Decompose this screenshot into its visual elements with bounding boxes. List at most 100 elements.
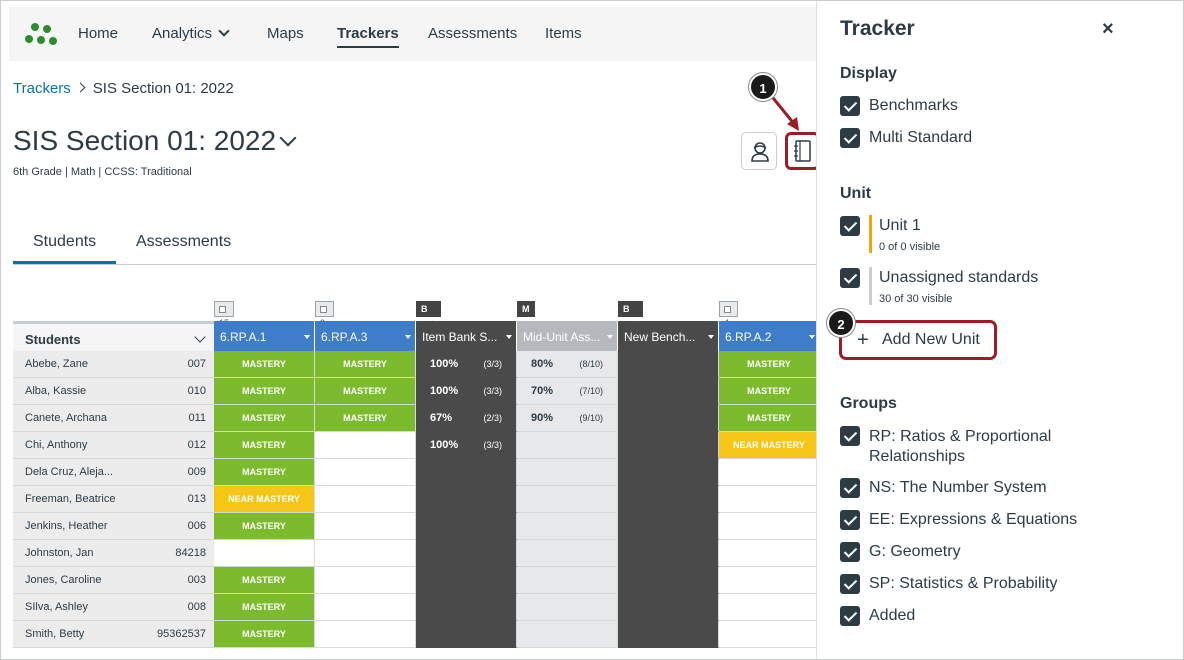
grid-cell[interactable]: 100% (3/3) [416, 351, 517, 378]
grid-cell[interactable] [618, 621, 719, 648]
grid-cell[interactable] [719, 486, 820, 513]
grid-cell[interactable] [719, 594, 820, 621]
grid-cell[interactable] [719, 621, 820, 648]
tab-students[interactable]: Students [13, 233, 117, 264]
grid-cell[interactable] [618, 486, 719, 513]
grid-cell[interactable]: NEAR MASTERY [214, 486, 315, 513]
grid-cell[interactable] [416, 567, 517, 594]
grid-cell[interactable]: MASTERY [315, 405, 416, 432]
grid-cell[interactable] [517, 540, 618, 567]
nav-trackers[interactable]: Trackers [337, 25, 399, 48]
grid-cell[interactable] [618, 540, 719, 567]
grid-cell[interactable] [618, 459, 719, 486]
grid-cell[interactable] [618, 405, 719, 432]
grid-cell[interactable]: 100% (3/3) [416, 378, 517, 405]
checkbox-unassigned-standards[interactable] [840, 268, 860, 288]
grid-cell[interactable] [315, 567, 416, 594]
grid-cell[interactable] [416, 621, 517, 648]
column-header[interactable]: 6.RP.A.3 [315, 321, 416, 351]
student-row[interactable]: Johnston, Jan 84218 [13, 540, 214, 567]
tab-assessments[interactable]: Assessments [136, 233, 231, 251]
grid-cell[interactable] [719, 459, 820, 486]
nav-items[interactable]: Items [545, 25, 582, 42]
grid-cell[interactable] [618, 513, 719, 540]
grid-cell[interactable] [315, 594, 416, 621]
grid-cell[interactable] [315, 621, 416, 648]
nav-analytics[interactable]: Analytics [152, 25, 230, 42]
grid-cell[interactable] [416, 513, 517, 540]
grid-cell[interactable]: MASTERY [719, 405, 820, 432]
grid-cell[interactable]: MASTERY [315, 351, 416, 378]
grid-cell[interactable] [618, 594, 719, 621]
grid-cell[interactable]: MASTERY [214, 513, 315, 540]
grid-cell[interactable] [315, 486, 416, 513]
column-header[interactable]: 6.RP.A.2 [719, 321, 820, 351]
student-row[interactable]: Canete, Archana 011 [13, 405, 214, 432]
student-row[interactable]: Jones, Caroline 003 [13, 567, 214, 594]
grid-cell[interactable]: 70% (7/10) [517, 378, 618, 405]
grid-cell[interactable]: MASTERY [719, 378, 820, 405]
grid-cell[interactable] [517, 459, 618, 486]
grid-cell[interactable]: NEAR MASTERY [719, 432, 820, 459]
grid-cell[interactable]: MASTERY [214, 459, 315, 486]
grid-cell[interactable] [315, 432, 416, 459]
grid-cell[interactable]: 100% (3/3) [416, 432, 517, 459]
student-row[interactable]: Dela Cruz, Aleja... 009 [13, 459, 214, 486]
grid-cell[interactable] [517, 432, 618, 459]
grid-cell[interactable]: 90% (9/10) [517, 405, 618, 432]
grid-cell[interactable]: 67% (2/3) [416, 405, 517, 432]
grid-cell[interactable] [719, 513, 820, 540]
student-row[interactable]: Freeman, Beatrice 013 [13, 486, 214, 513]
grid-cell[interactable] [618, 567, 719, 594]
student-row[interactable]: Abebe, Zane 007 [13, 351, 214, 378]
students-column-header[interactable]: Students [13, 321, 214, 351]
column-header[interactable]: Item Bank S... [416, 321, 517, 351]
student-row[interactable]: Jenkins, Heather 006 [13, 513, 214, 540]
grid-cell[interactable]: MASTERY [214, 567, 315, 594]
grid-cell[interactable] [315, 513, 416, 540]
checkbox-group-rp[interactable] [840, 426, 860, 446]
grid-cell[interactable] [416, 540, 517, 567]
nav-assessments[interactable]: Assessments [428, 25, 517, 42]
grid-cell[interactable] [416, 486, 517, 513]
checkbox-benchmarks[interactable] [840, 96, 860, 116]
grid-cell[interactable]: MASTERY [214, 351, 315, 378]
add-new-unit-button[interactable]: + Add New Unit [839, 320, 997, 360]
grid-cell[interactable]: MASTERY [214, 378, 315, 405]
grid-cell[interactable] [517, 594, 618, 621]
section-dropdown-chevron-icon[interactable] [279, 129, 297, 147]
close-icon[interactable]: × [1102, 18, 1114, 41]
grid-cell[interactable] [517, 621, 618, 648]
student-row[interactable]: Chi, Anthony 012 [13, 432, 214, 459]
checkbox-unit-1[interactable] [840, 216, 860, 236]
checkbox-group-ee[interactable] [840, 510, 860, 530]
column-header[interactable]: 6.RP.A.1 [214, 321, 315, 351]
grid-cell[interactable] [214, 540, 315, 567]
student-row[interactable]: Alba, Kassie 010 [13, 378, 214, 405]
grid-cell[interactable]: MASTERY [719, 351, 820, 378]
grid-cell[interactable] [517, 513, 618, 540]
grid-cell[interactable]: MASTERY [214, 594, 315, 621]
grid-cell[interactable] [517, 567, 618, 594]
checkbox-group-g[interactable] [840, 542, 860, 562]
grid-cell[interactable]: MASTERY [315, 378, 416, 405]
column-header[interactable]: Mid-Unit Ass... [517, 321, 618, 351]
grid-cell[interactable] [719, 567, 820, 594]
nav-maps[interactable]: Maps [267, 25, 304, 42]
column-header[interactable]: New Bench... [618, 321, 719, 351]
grid-cell[interactable] [618, 432, 719, 459]
checkbox-group-ns[interactable] [840, 478, 860, 498]
student-row[interactable]: SIlva, Ashley 008 [13, 594, 214, 621]
grid-cell[interactable] [618, 378, 719, 405]
checkbox-multi-standard[interactable] [840, 128, 860, 148]
grid-cell[interactable]: 80% (8/10) [517, 351, 618, 378]
breadcrumb-trackers-link[interactable]: Trackers [13, 80, 71, 97]
grid-cell[interactable] [517, 486, 618, 513]
grid-cell[interactable] [315, 540, 416, 567]
app-logo-icon[interactable] [25, 23, 61, 47]
grid-cell[interactable]: MASTERY [214, 621, 315, 648]
grid-cell[interactable]: MASTERY [214, 405, 315, 432]
checkbox-group-sp[interactable] [840, 574, 860, 594]
grid-cell[interactable] [416, 459, 517, 486]
student-row[interactable]: Smith, Betty 95362537 [13, 621, 214, 648]
